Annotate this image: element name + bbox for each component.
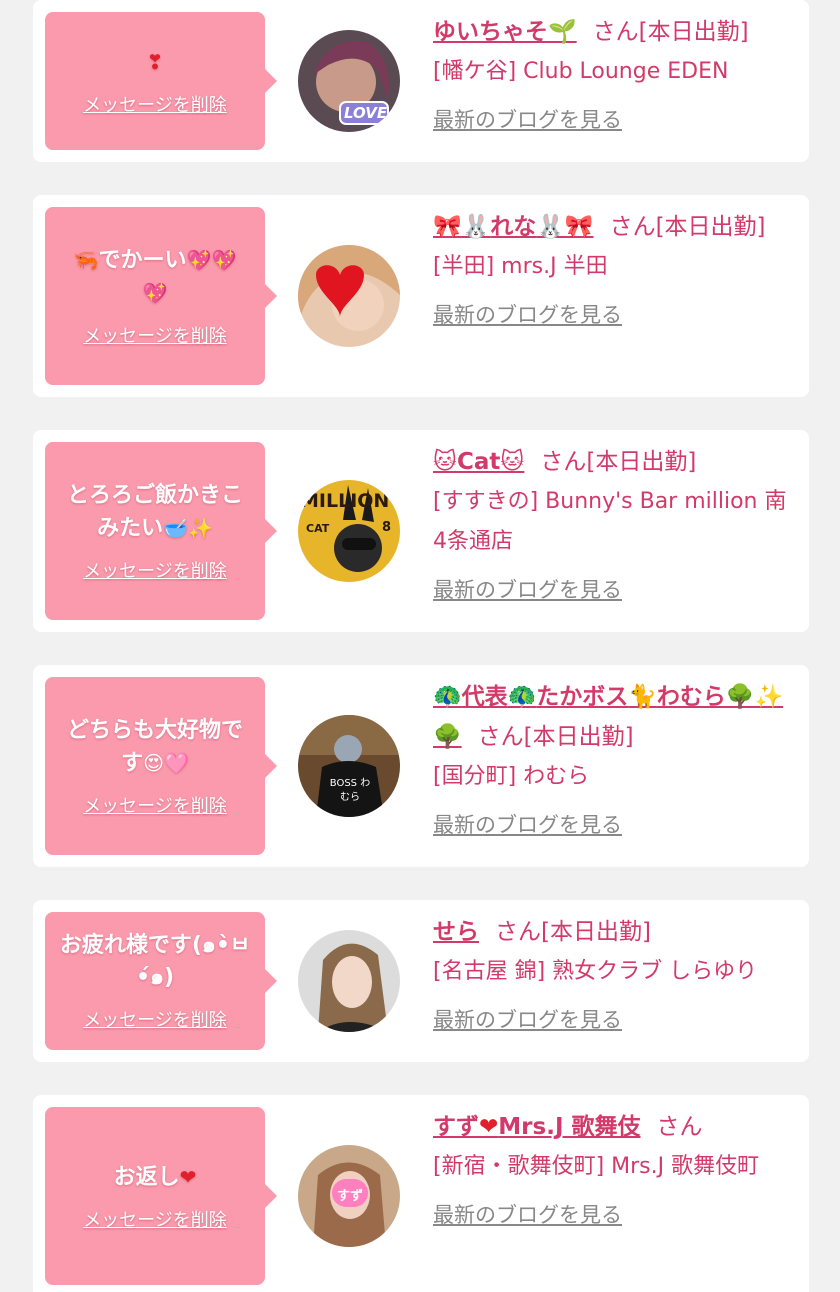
delete-message-link[interactable]: メッセージを削除 (83, 1006, 227, 1032)
latest-blog-link[interactable]: 最新のブログを見る (433, 299, 622, 329)
cast-info: 🦚代表🦚たかボス🐈わむら🌳✨🌳 さん[本日出勤] [国分町] わむら 最新のブログ… (433, 677, 797, 839)
cast-name-link[interactable]: ゆいちゃそ🌱 (433, 19, 577, 45)
cast-name-link[interactable]: せら (433, 919, 479, 945)
seedling-icon: 🌱 (548, 19, 577, 45)
cast-info: 🐱Cat🐱 さん[本日出勤] [すすきの] Bunny's Bar million… (433, 442, 797, 604)
message-card: 🦐でかーい💖💖💖 メッセージを削除 🎀🐰れな🐰🎀 さん[本日出勤] [半田] mr… (33, 195, 809, 397)
rabbit-ribbon-icon: 🐰🎀 (536, 214, 594, 240)
avatar[interactable] (298, 245, 400, 347)
avatar-badge: すず (336, 1189, 363, 1204)
message-bubble: とろろご飯かきこみたい🥣✨ メッセージを削除 (45, 442, 277, 620)
peacock-icon: 🦚 (507, 684, 537, 710)
avatar-caption: LOVE (344, 104, 388, 122)
cast-name-link[interactable]: 🐱Cat🐱 (433, 449, 524, 475)
cast-info: ゆいちゃそ🌱 さん[本日出勤] [幡ケ谷] Club Lounge EDEN 最新… (433, 12, 797, 134)
message-bubble: お疲れ様です(๑•̀ㅂ•́๑) メッセージを削除 (45, 912, 277, 1050)
delete-message-link[interactable]: メッセージを削除 (83, 91, 227, 117)
delete-message-link[interactable]: メッセージを削除 (83, 322, 227, 348)
delete-message-link[interactable]: メッセージを削除 (83, 1206, 227, 1232)
cast-info: 🎀🐰れな🐰🎀 さん[本日出勤] [半田] mrs.J 半田 最新のブログを見る (433, 207, 797, 329)
name-line: すず❤Mrs.J 歌舞伎 さん (433, 1107, 797, 1147)
avatar[interactable]: LOVE (298, 30, 400, 132)
status-text: さん[本日出勤] (495, 919, 651, 945)
avatar[interactable]: すず (298, 1145, 400, 1247)
shop-name: [国分町] わむら (433, 764, 590, 789)
message-text: お疲れ様です(๑•̀ㅂ•́๑) (59, 933, 251, 990)
cat-icon: 🐱 (500, 449, 525, 475)
shrimp-icon: 🦐 (73, 248, 99, 272)
avatar[interactable]: MILLION CAT 8 (298, 480, 400, 582)
cast-info: せら さん[本日出勤] [名古屋 錦] 熟女クラブ しらゆり 最新のブログを見る (433, 912, 797, 1034)
avatar-title: MILLION (300, 490, 390, 512)
latest-blog-link[interactable]: 最新のブログを見る (433, 574, 622, 604)
cast-info: すず❤Mrs.J 歌舞伎 さん [新宿・歌舞伎町] Mrs.J 歌舞伎町 最新のブ… (433, 1107, 797, 1229)
cast-name-link[interactable]: 🎀🐰れな🐰🎀 (433, 214, 594, 240)
status-text: さん (656, 1114, 703, 1140)
avatar-subtitle: CAT (306, 522, 330, 535)
latest-blog-link[interactable]: 最新のブログを見る (433, 809, 622, 839)
message-text: 🦐でかーい💖💖💖 (73, 248, 237, 305)
latest-blog-link[interactable]: 最新のブログを見る (433, 1004, 622, 1034)
avatar-caption: BOSS わむら (329, 778, 371, 803)
message-card: お疲れ様です(๑•̀ㅂ•́๑) メッセージを削除 せら さん[本日出勤] [名古屋… (33, 900, 809, 1062)
message-card: ❣ メッセージを削除 LOVE ゆいちゃそ🌱 さん[本日出勤] [幡ケ谷] Clu… (33, 0, 809, 162)
avatar-number: 8 (382, 520, 392, 535)
avatar[interactable]: BOSS わむら (298, 715, 400, 817)
status-text: さん[本日出勤] (477, 724, 634, 750)
message-text: とろろご飯かきこみたい🥣✨ (66, 482, 243, 541)
shop-name: [名古屋 錦] 熟女クラブ しらゆり (433, 959, 758, 984)
cat-icon: 🐈 (628, 684, 657, 710)
shop-name: [半田] mrs.J 半田 (433, 254, 608, 279)
latest-blog-link[interactable]: 最新のブログを見る (433, 104, 622, 134)
name-line: ゆいちゃそ🌱 さん[本日出勤] (433, 12, 797, 52)
avatar[interactable] (298, 930, 400, 1032)
message-text: ❣ (147, 46, 164, 79)
status-text: さん[本日出勤] (540, 449, 697, 475)
name-line: せら さん[本日出勤] (433, 912, 797, 952)
name-line: 🐱Cat🐱 さん[本日出勤] (433, 442, 797, 482)
cat-icon: 🐱 (433, 449, 457, 475)
message-card: どちらも大好物です😍🩷 メッセージを削除 BOSS わむら 🦚代表🦚たかボス🐈わ… (33, 665, 809, 867)
heart-icon: ❤ (479, 1114, 499, 1140)
message-card: お返し❤ メッセージを削除 すず すず❤Mrs.J 歌舞伎 さん [新宿・歌舞伎町… (33, 1095, 809, 1292)
shop-name: [すすきの] Bunny's Bar million 南4条通店 (433, 489, 787, 554)
ribbon-rabbit-icon: 🎀🐰 (433, 214, 491, 240)
delete-message-link[interactable]: メッセージを削除 (83, 557, 227, 583)
heart-exclamation-icon: ❣ (146, 49, 164, 74)
name-line: 🎀🐰れな🐰🎀 さん[本日出勤] (433, 207, 797, 247)
message-bubble: お返し❤ メッセージを削除 (45, 1107, 277, 1285)
status-text: さん[本日出勤] (609, 214, 766, 240)
name-line: 🦚代表🦚たかボス🐈わむら🌳✨🌳 さん[本日出勤] (433, 677, 797, 757)
message-bubble: 🦐でかーい💖💖💖 メッセージを削除 (45, 207, 277, 385)
heart-icon: ❤ (179, 1164, 197, 1189)
cast-name-link[interactable]: すず❤Mrs.J 歌舞伎 (433, 1114, 641, 1140)
message-card: とろろご飯かきこみたい🥣✨ メッセージを削除 MILLION CAT 8 🐱Ca… (33, 430, 809, 632)
message-bubble: ❣ メッセージを削除 (45, 12, 277, 150)
message-text: どちらも大好物です😍🩷 (66, 717, 243, 776)
shop-name: [幡ケ谷] Club Lounge EDEN (433, 59, 729, 84)
status-text: さん[本日出勤] (592, 19, 749, 45)
shop-name: [新宿・歌舞伎町] Mrs.J 歌舞伎町 (433, 1154, 760, 1179)
latest-blog-link[interactable]: 最新のブログを見る (433, 1199, 622, 1229)
peacock-icon: 🦚 (433, 684, 462, 710)
smile-heart-icon: 😍🩷 (143, 750, 189, 775)
message-text: お返し❤ (113, 1164, 197, 1190)
bowl-sparkle-icon: 🥣✨ (163, 515, 213, 540)
delete-message-link[interactable]: メッセージを削除 (83, 792, 227, 818)
message-bubble: どちらも大好物です😍🩷 メッセージを削除 (45, 677, 277, 855)
